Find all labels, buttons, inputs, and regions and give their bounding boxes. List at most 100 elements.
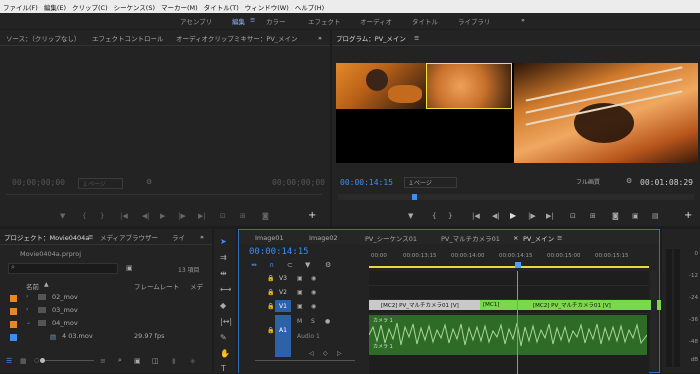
lock-icon[interactable]: 🔒 xyxy=(267,327,274,334)
project-search-input[interactable]: ⌕ xyxy=(8,263,118,274)
sync-lock-icon[interactable]: ▣ xyxy=(297,303,303,310)
effect-controls-tab[interactable]: エフェクトコントロール xyxy=(92,31,164,45)
mark-in-icon[interactable]: { xyxy=(432,212,436,220)
eye-icon[interactable]: ◉ xyxy=(311,303,316,310)
selection-tool-icon[interactable]: ➤ xyxy=(220,237,227,246)
wrench-icon[interactable]: ⚙ xyxy=(325,261,331,269)
step-forward-icon[interactable]: |▶ xyxy=(178,212,186,220)
keyframe-add-icon[interactable]: ◇ xyxy=(323,350,328,357)
ripple-edit-tool-icon[interactable]: ⇹ xyxy=(220,269,227,278)
menu-title[interactable]: タイトル(T) xyxy=(201,2,242,12)
program-timecode[interactable]: 00:00:14:15 xyxy=(340,178,393,187)
workspace-color[interactable]: カラー xyxy=(266,16,286,26)
insert-icon[interactable]: ⊡ xyxy=(220,212,226,220)
audio-track-name[interactable]: Audio 1 xyxy=(297,333,320,340)
track-area[interactable]: [MC2] PV_マルチカメラ01 [V] [MC1] [MC2] PV_マルチ… xyxy=(369,271,661,374)
go-to-out-icon[interactable]: ▶| xyxy=(546,212,554,220)
lock-icon[interactable]: 🔒 xyxy=(267,275,274,282)
camera-icon[interactable]: ◙ xyxy=(262,212,269,220)
zoom-slider[interactable] xyxy=(44,360,94,361)
quality-select[interactable]: フル画質 xyxy=(576,177,608,186)
go-to-in-icon[interactable]: |◀ xyxy=(472,212,480,220)
eye-icon[interactable]: ◉ xyxy=(311,289,316,296)
zoom-out-icon[interactable]: ○ xyxy=(34,357,39,364)
add-button-icon[interactable]: + xyxy=(308,210,316,221)
video-clip[interactable]: [MC1] xyxy=(480,300,521,310)
clear-icon[interactable]: ▮ xyxy=(172,357,176,365)
playhead-marker[interactable] xyxy=(412,194,417,200)
step-forward-icon[interactable]: |▶ xyxy=(528,212,536,220)
column-name[interactable]: 名前 xyxy=(26,281,39,291)
menu-sequence[interactable]: シーケンス(S) xyxy=(111,2,158,12)
pen-tool-icon[interactable]: ✎ xyxy=(220,333,227,342)
timeline-tab-sequence01[interactable]: PV_シーケンス01 xyxy=(365,231,417,245)
track-label-v2[interactable]: V2 xyxy=(279,289,287,296)
lock-icon[interactable]: 🔒 xyxy=(267,303,274,310)
rate-stretch-tool-icon[interactable]: ⟷ xyxy=(220,285,231,294)
sort-icon[interactable]: ▲ xyxy=(44,281,49,288)
lock-icon[interactable]: 🔒 xyxy=(267,289,274,296)
workspace-menu-icon[interactable]: ≡ xyxy=(250,16,255,24)
timeline-tab-close-icon[interactable]: × xyxy=(513,231,518,245)
play-icon[interactable]: ▶ xyxy=(510,211,516,220)
label-color-swatch[interactable] xyxy=(10,321,17,328)
playhead-line[interactable] xyxy=(517,271,518,374)
keyframe-next-icon[interactable]: ▷ xyxy=(337,350,342,357)
timeline-tab-multicam01[interactable]: PV_マルチカメラ01 xyxy=(441,231,500,245)
go-to-in-icon[interactable]: |◀ xyxy=(120,212,128,220)
workspace-effects[interactable]: エフェクト xyxy=(308,16,341,26)
track-label-a1[interactable]: A1 xyxy=(279,327,287,334)
razor-tool-icon[interactable]: ◆ xyxy=(220,301,226,310)
new-bin-icon[interactable]: ▣ xyxy=(134,357,141,365)
audio-mixer-tab[interactable]: オーディオクリップミキサー：PV_メイン xyxy=(176,31,298,45)
libraries-tab[interactable]: ライ xyxy=(172,230,185,244)
label-color-swatch[interactable] xyxy=(10,308,17,315)
lift-icon[interactable]: ⊡ xyxy=(570,212,576,220)
source-patch-a1[interactable] xyxy=(275,315,291,357)
timeline-menu-icon[interactable]: ≡ xyxy=(557,231,562,245)
mute-button[interactable]: M xyxy=(297,318,302,325)
step-back-icon[interactable]: ◀| xyxy=(492,212,500,220)
timeline-tab-image02[interactable]: Image02 xyxy=(309,231,338,245)
panel-more-icon[interactable]: » xyxy=(200,230,204,244)
go-to-out-icon[interactable]: ▶| xyxy=(198,212,206,220)
column-frame-rate[interactable]: フレームレート xyxy=(134,281,179,291)
source-page-select[interactable]: １ページ xyxy=(78,178,123,189)
camera-icon[interactable]: ◙ xyxy=(612,212,619,220)
workspace-libraries[interactable]: ライブラリ xyxy=(458,16,491,26)
add-marker-icon[interactable]: ▼ xyxy=(60,212,65,220)
source-tab[interactable]: ソース：（クリップなし） xyxy=(6,31,80,45)
overwrite-icon[interactable]: ⊞ xyxy=(240,212,246,220)
multicam-angle-2-selected[interactable] xyxy=(426,63,512,109)
new-bin-icon[interactable]: ▣ xyxy=(126,264,133,272)
nest-icon[interactable]: ⇴ xyxy=(251,261,257,269)
wrench-icon[interactable]: ⚙ xyxy=(626,177,632,185)
find-icon[interactable]: ⌕ xyxy=(118,356,122,365)
video-clip[interactable]: [MC2] PV_マルチカメラ01 [V] xyxy=(519,300,661,310)
panel-more-icon[interactable]: » xyxy=(318,31,322,45)
expand-arrow-icon[interactable]: › xyxy=(26,306,28,313)
zoom-slider-handle[interactable] xyxy=(40,358,45,363)
program-page-select[interactable]: １ページ xyxy=(404,177,457,188)
track-select-tool-icon[interactable]: ⇉ xyxy=(220,253,227,262)
project-item[interactable]: 02_mov xyxy=(52,293,78,301)
workspace-more-icon[interactable]: » xyxy=(521,16,525,24)
program-scrubber[interactable] xyxy=(338,194,694,200)
track-label-v1[interactable]: V1 xyxy=(279,303,287,310)
add-marker-icon[interactable]: ▼ xyxy=(305,261,310,269)
mark-out-icon[interactable]: } xyxy=(100,212,104,220)
workspace-audio[interactable]: オーディオ xyxy=(360,16,392,26)
add-button-icon[interactable]: + xyxy=(684,210,692,221)
text-tool-icon[interactable]: T xyxy=(221,364,226,373)
source-timecode[interactable]: 00;00;00;00 xyxy=(12,178,65,187)
multicam-angle-1[interactable] xyxy=(336,63,426,109)
eye-icon[interactable]: ◉ xyxy=(311,275,316,282)
work-area-bar[interactable] xyxy=(369,266,649,268)
multicam-icon[interactable]: ▣ xyxy=(632,212,639,220)
program-menu-icon[interactable]: ≡ xyxy=(414,31,419,45)
menu-marker[interactable]: マーカー(M) xyxy=(158,2,201,12)
time-ruler[interactable]: 00:00 00:00:13:15 00:00:14:00 00:00:14:1… xyxy=(369,244,649,270)
extract-icon[interactable]: ⊞ xyxy=(590,212,596,220)
timeline-tab-image01[interactable]: Image01 xyxy=(255,231,284,245)
sync-lock-icon[interactable]: ▣ xyxy=(297,275,303,282)
